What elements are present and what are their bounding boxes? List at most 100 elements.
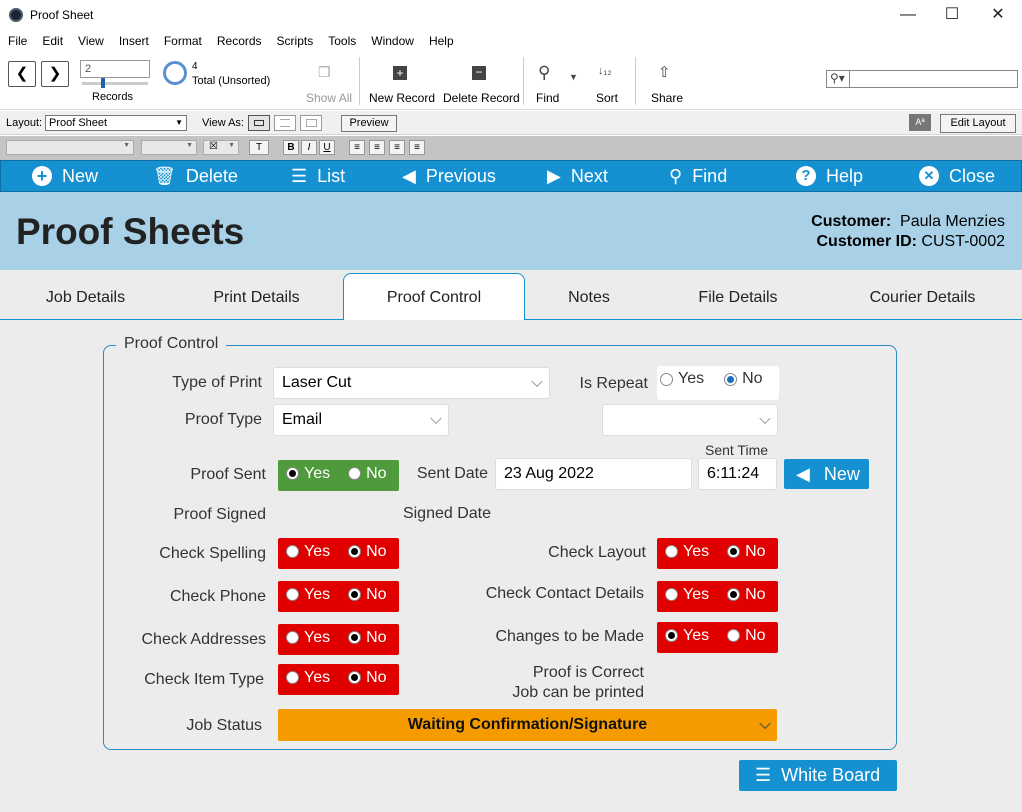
sent-date-field[interactable]: 23 Aug 2022 (495, 458, 692, 490)
underline-button[interactable]: U (319, 140, 335, 155)
is-repeat-yes-option[interactable]: Yes (660, 370, 704, 388)
new-proof-button[interactable]: ◀ New (784, 459, 869, 489)
nav-previous-button[interactable]: ◀ Previous (402, 160, 496, 192)
check-spelling-no[interactable]: No (348, 543, 387, 561)
check-addresses-no[interactable]: No (348, 629, 387, 647)
changes-no[interactable]: No (727, 627, 766, 645)
font-size-select[interactable]: ▼ (141, 140, 197, 155)
view-list-button[interactable] (274, 115, 296, 131)
check-item-type-yes[interactable]: Yes (286, 669, 330, 687)
menu-scripts[interactable]: Scripts (269, 32, 321, 50)
preview-button[interactable]: Preview (341, 115, 397, 132)
type-of-print-select[interactable]: Laser Cut (273, 367, 550, 399)
delete-record-button[interactable]: Delete Record (443, 91, 520, 105)
radio-yes[interactable] (660, 372, 673, 386)
next-record-button[interactable]: ❯ (41, 61, 69, 87)
nav-help-button[interactable]: ? Help (796, 160, 863, 192)
menu-format[interactable]: Format (156, 32, 209, 50)
menu-insert[interactable]: Insert (111, 32, 156, 50)
tab-job-details[interactable]: Job Details (0, 270, 171, 320)
close-window-button[interactable]: ✕ (986, 4, 1010, 26)
nav-close-button[interactable]: ✕ Close (919, 160, 995, 192)
proof-type-select[interactable]: Email (273, 404, 449, 436)
check-layout-yes[interactable]: Yes (665, 543, 709, 561)
proof-sent-toggle[interactable]: Yes No (278, 460, 399, 491)
new-record-button[interactable]: New Record (369, 91, 435, 105)
check-phone-toggle[interactable]: Yes No (278, 581, 399, 612)
edit-layout-button[interactable]: Edit Layout (940, 114, 1016, 133)
radio-no[interactable] (724, 372, 738, 386)
quick-find-input[interactable]: ⚲▾ (826, 70, 1018, 88)
font-select[interactable]: ▼ (6, 140, 134, 155)
check-contact-no[interactable]: No (727, 586, 766, 604)
proof-sent-yes[interactable]: Yes (286, 465, 330, 483)
check-item-type-no[interactable]: No (348, 669, 387, 687)
check-contact-toggle[interactable]: Yes No (657, 581, 778, 612)
align-left-button[interactable]: ≡ (349, 140, 365, 155)
check-item-type-toggle[interactable]: Yes No (278, 664, 399, 695)
align-justify-button[interactable]: ≡ (409, 140, 425, 155)
nav-delete-button[interactable]: 🗑 Delete (153, 160, 238, 192)
job-status-select[interactable]: Waiting Confirmation/Signature (278, 709, 777, 741)
sent-time-field[interactable]: 6:11:24 (698, 458, 777, 490)
nav-next-button[interactable]: ▶ Next (547, 160, 608, 192)
nav-new-button[interactable]: + New (32, 160, 98, 192)
menu-tools[interactable]: Tools (320, 32, 363, 50)
record-slider-thumb[interactable] (101, 78, 105, 88)
is-repeat-radio-group[interactable]: Yes No (657, 366, 779, 400)
font-settings-button[interactable]: Aª (909, 114, 931, 131)
changes-yes[interactable]: Yes (665, 627, 709, 645)
nav-list-button[interactable]: ☰ List (291, 160, 345, 192)
proof-sent-no[interactable]: No (348, 465, 387, 483)
check-layout-no[interactable]: No (727, 543, 766, 561)
sort-button[interactable]: Sort (596, 91, 618, 105)
check-phone-label: Check Phone (169, 588, 266, 605)
check-layout-toggle[interactable]: Yes No (657, 538, 778, 569)
menu-file[interactable]: File (0, 32, 34, 50)
minimize-button[interactable]: — (896, 4, 920, 26)
view-form-button[interactable] (248, 115, 270, 131)
nav-find-button[interactable]: ⚲ Find (669, 160, 727, 192)
tab-courier-details[interactable]: Courier Details (823, 270, 1022, 320)
menu-records[interactable]: Records (209, 32, 269, 50)
check-contact-yes[interactable]: Yes (665, 586, 709, 604)
maximize-button[interactable]: ☐ (940, 4, 964, 26)
customer-value: Paula Menzies (900, 213, 1005, 230)
table-view-icon (306, 119, 317, 127)
check-phone-no[interactable]: No (348, 586, 387, 604)
text-color-button[interactable]: T (249, 140, 269, 155)
show-all-button[interactable]: Show All (306, 91, 352, 105)
share-button[interactable]: Share (651, 91, 683, 105)
prev-record-button[interactable]: ❮ (8, 61, 36, 87)
align-right-button[interactable]: ≡ (389, 140, 405, 155)
white-board-button[interactable]: ☰ White Board (739, 760, 897, 791)
menu-window[interactable]: Window (363, 32, 421, 50)
view-table-button[interactable] (300, 115, 322, 131)
menu-edit[interactable]: Edit (34, 32, 70, 50)
check-addresses-yes[interactable]: Yes (286, 629, 330, 647)
repeat-source-select[interactable] (602, 404, 778, 436)
nav-next-label: Next (570, 166, 608, 186)
tab-proof-control[interactable]: Proof Control (343, 270, 525, 320)
italic-button[interactable]: I (301, 140, 317, 155)
find-button[interactable]: Find (536, 91, 559, 105)
record-number-input[interactable] (80, 60, 150, 78)
check-addresses-toggle[interactable]: Yes No (278, 624, 399, 655)
record-slider[interactable] (82, 82, 148, 85)
bold-button[interactable]: B (283, 140, 299, 155)
tab-notes[interactable]: Notes (525, 270, 653, 320)
menu-view[interactable]: View (70, 32, 111, 50)
check-phone-yes[interactable]: Yes (286, 586, 330, 604)
check-spelling-yes[interactable]: Yes (286, 543, 330, 561)
menu-help[interactable]: Help (421, 32, 461, 50)
align-center-button[interactable]: ≡ (369, 140, 385, 155)
tab-file-details[interactable]: File Details (653, 270, 823, 320)
changes-toggle[interactable]: Yes No (657, 622, 778, 653)
tab-print-details[interactable]: Print Details (171, 270, 342, 320)
layout-select[interactable]: Proof Sheet ▼ (45, 115, 187, 131)
signed-date-label: Signed Date (402, 505, 491, 522)
check-spelling-toggle[interactable]: Yes No (278, 538, 399, 569)
fill-select[interactable]: ☒ ▼ (203, 140, 239, 155)
find-dropdown-icon[interactable]: ▼ (569, 72, 578, 82)
is-repeat-no-option[interactable]: No (724, 370, 763, 388)
